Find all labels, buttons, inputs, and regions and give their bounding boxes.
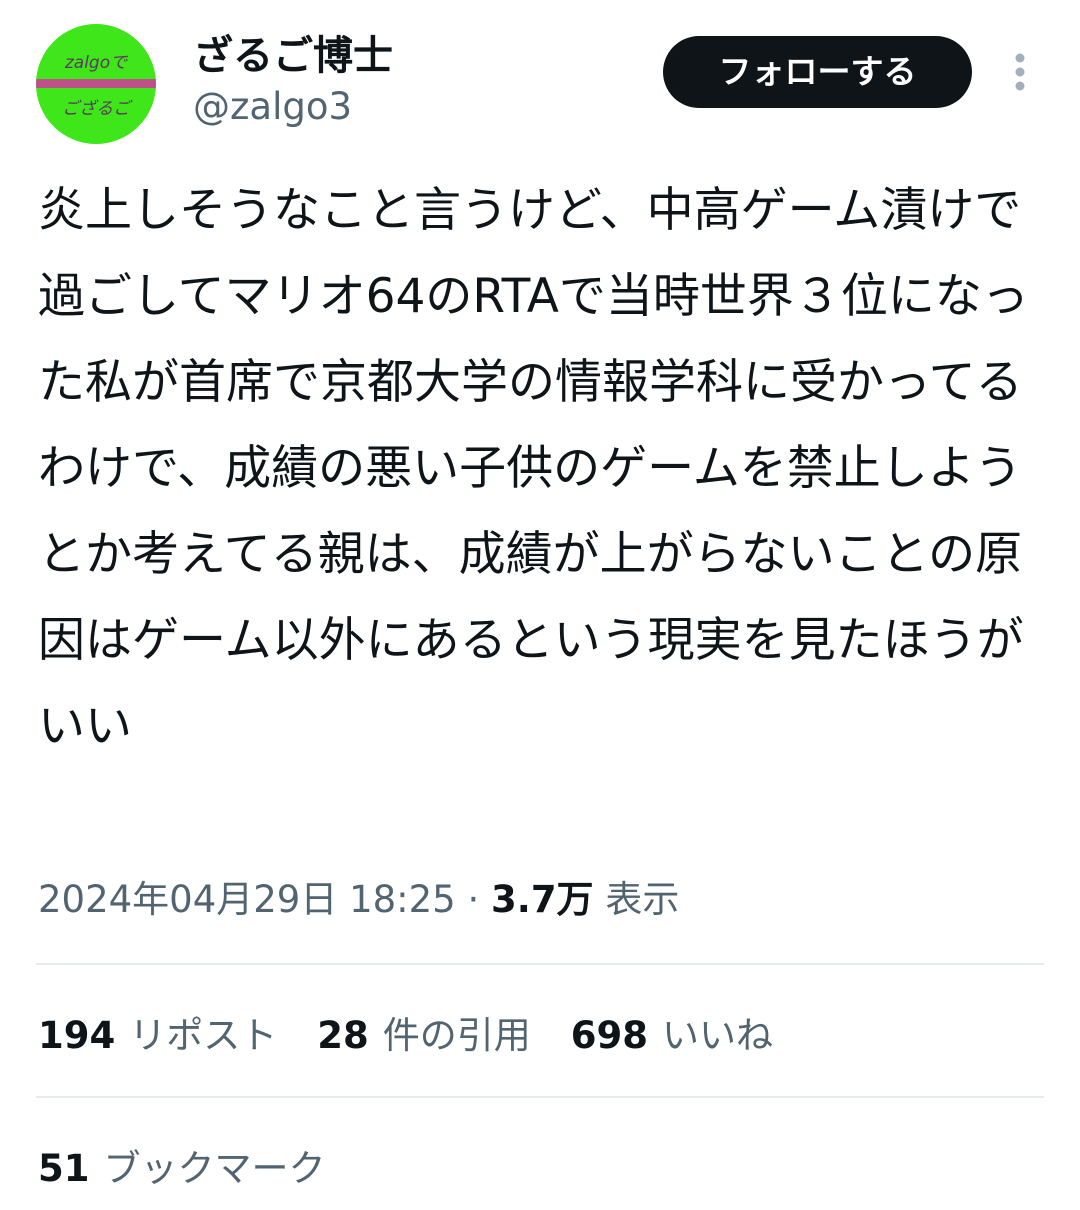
bookmarks-label: ブックマーク [103,1147,326,1190]
bookmarks-stat-row: 51 ブックマーク [38,1135,366,1195]
likes-stat[interactable]: 698 いいね [571,1005,773,1059]
reposts-stat[interactable]: 194 リポスト [38,1005,277,1059]
quotes-stat[interactable]: 28 件の引用 [317,1005,531,1059]
divider [36,963,1044,965]
more-vertical-icon[interactable] [1004,50,1036,94]
reposts-count: 194 [38,1014,116,1057]
user-handle[interactable]: @zalgo3 [193,82,393,132]
meta-separator: · [455,878,492,921]
user-name-block: ざるご博士 @zalgo3 [193,30,393,132]
avatar-stripe [36,79,156,88]
engagement-stats: 194 リポスト 28 件の引用 698 いいね [38,1002,813,1062]
bookmarks-count: 51 [38,1147,90,1190]
display-name[interactable]: ざるご博士 [193,30,393,82]
avatar-top-text: zalgoで [64,53,128,73]
quotes-label: 件の引用 [382,1014,531,1057]
bookmarks-stat[interactable]: 51 ブックマーク [38,1138,326,1192]
views-count: 3.7万 [491,878,594,921]
tweet-meta: 2024年04月29日 18:25 · 3.7万 表示 [38,872,679,928]
avatar[interactable]: zalgoで ござるご [36,24,156,144]
tweet-header: zalgoで ござるご ざるご博士 @zalgo3 フォローする [0,0,1080,160]
likes-count: 698 [570,1014,648,1057]
quotes-count: 28 [317,1014,369,1057]
avatar-bottom-text: ござるご [62,99,130,119]
likes-label: いいね [661,1014,773,1057]
divider [36,1096,1044,1098]
views-label: 表示 [593,878,680,921]
reposts-label: リポスト [129,1014,278,1057]
follow-button[interactable]: フォローする [663,36,972,108]
tweet-timestamp[interactable]: 2024年04月29日 18:25 [38,878,456,921]
tweet-text: 炎上しそうなこと言うけど、中高ゲーム漬けで過ごしてマリオ64のRTAで当時世界３… [38,183,1029,754]
